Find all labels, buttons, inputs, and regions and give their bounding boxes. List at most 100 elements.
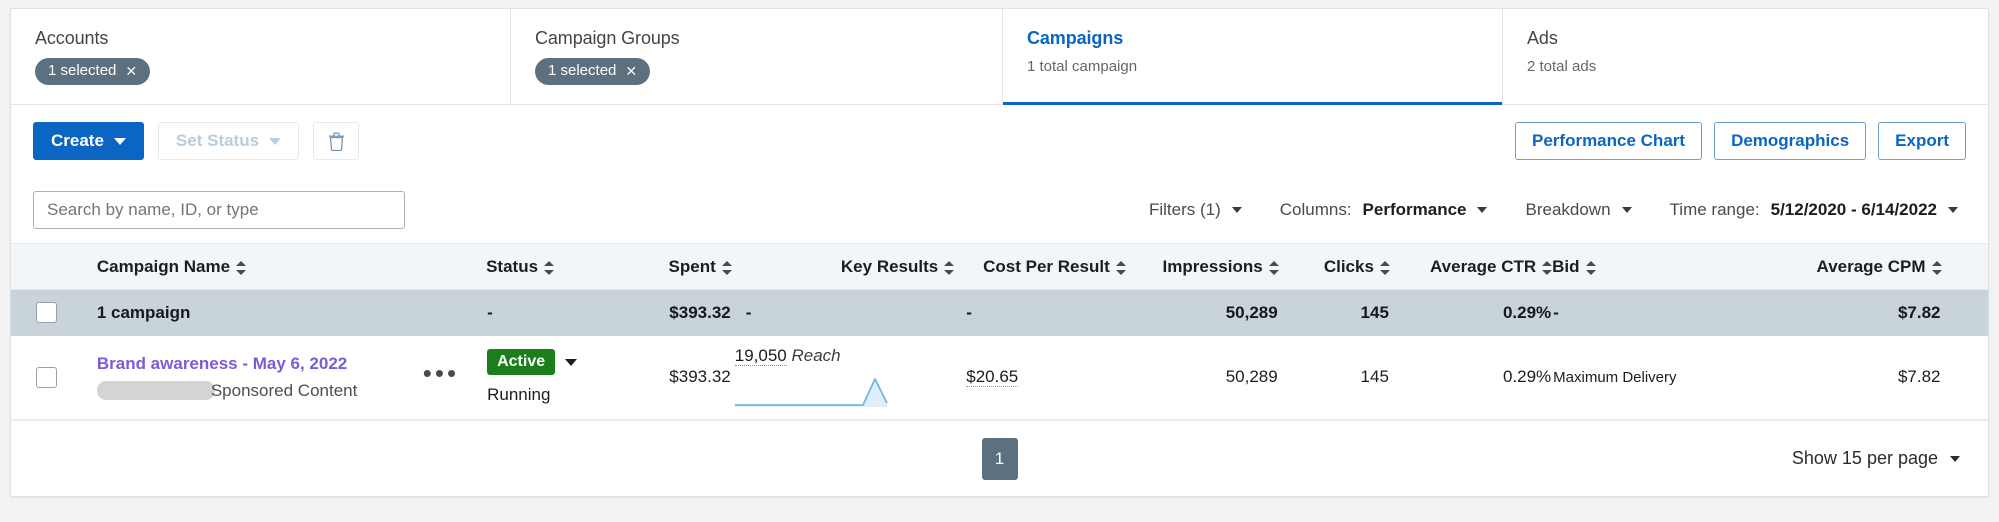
status-detail: Running — [487, 385, 551, 405]
export-button[interactable]: Export — [1878, 122, 1966, 160]
select-all-header — [11, 244, 83, 290]
header-spacer — [1942, 244, 1988, 290]
row-overflow-cell: ••• — [396, 336, 486, 420]
sort-icon[interactable] — [544, 260, 555, 276]
status-badge[interactable]: Active — [487, 349, 556, 376]
header-average-cpm-label: Average CPM — [1816, 256, 1926, 276]
select-all-checkbox[interactable] — [36, 302, 58, 324]
sort-icon[interactable] — [1542, 260, 1553, 276]
key-results-label: 19,050 Reach — [734, 346, 841, 367]
scope-tab-campaign-groups[interactable]: Campaign Groups 1 selected ✕ — [511, 9, 1003, 104]
performance-chart-button[interactable]: Performance Chart — [1515, 122, 1703, 160]
scope-tab-accounts[interactable]: Accounts 1 selected ✕ — [11, 9, 511, 104]
more-options-icon[interactable]: ••• — [423, 360, 459, 386]
chevron-down-icon — [269, 137, 282, 145]
sort-icon[interactable] — [236, 260, 247, 276]
time-range-label: Time range: — [1669, 200, 1760, 219]
row-checkbox[interactable] — [36, 366, 58, 388]
set-status-button-label: Set Status — [175, 131, 260, 150]
summary-bid: - — [1553, 302, 1559, 322]
key-results-unit: Reach — [791, 346, 841, 366]
chevron-down-icon — [1477, 207, 1488, 213]
summary-spacer — [1942, 290, 1988, 336]
columns-dropdown-label: Columns: — [1279, 200, 1352, 219]
header-impressions-label: Impressions — [1162, 256, 1263, 276]
campaign-groups-selected-pill-label: 1 selected — [548, 62, 617, 79]
scope-tab-accounts-title: Accounts — [35, 28, 109, 48]
accounts-selected-pill-label: 1 selected — [48, 62, 117, 79]
summary-checkbox-cell — [11, 290, 83, 336]
key-results-value: 19,050 — [734, 346, 787, 367]
campaign-name-link[interactable]: Brand awareness - May 6, 2022 — [97, 354, 395, 374]
campaign-manager-page: Accounts 1 selected ✕ Campaign Groups 1 … — [0, 0, 1999, 522]
sort-icon[interactable] — [1379, 260, 1390, 276]
summary-row: 1 campaign - $393.32 - - 50,289 145 0.29… — [11, 289, 1988, 336]
delete-button[interactable] — [313, 122, 360, 160]
average-cpm-cell: $7.82 — [1897, 367, 1941, 387]
demographics-button[interactable]: Demographics — [1714, 122, 1867, 160]
sort-icon[interactable] — [1115, 260, 1126, 276]
search-input[interactable] — [33, 191, 405, 229]
header-spent[interactable]: Spent — [616, 244, 732, 290]
scope-tab-campaigns[interactable]: Campaigns 1 total campaign — [1003, 9, 1503, 105]
header-status-label: Status — [486, 256, 539, 276]
campaign-name-cell: Brand awareness - May 6, 2022 Sponsored … — [83, 336, 396, 420]
summary-cost-per-result: - — [966, 302, 972, 322]
table-footer: 1 Show 15 per page — [11, 420, 1988, 496]
set-status-button[interactable]: Set Status — [157, 122, 300, 160]
sort-icon[interactable] — [944, 260, 955, 276]
header-status[interactable]: Status — [486, 244, 616, 290]
create-button[interactable]: Create — [33, 122, 144, 160]
sort-icon[interactable] — [721, 260, 732, 276]
row-spacer — [1942, 336, 1988, 420]
impressions-cell: 50,289 — [1225, 367, 1278, 387]
header-key-results[interactable]: Key Results — [732, 244, 955, 290]
scope-tab-campaign-groups-title: Campaign Groups — [535, 28, 680, 48]
filter-controls: Filters (1) Columns: Performance Breakdo… — [1149, 200, 1966, 220]
campaigns-card: Accounts 1 selected ✕ Campaign Groups 1 … — [10, 8, 1989, 497]
action-toolbar: Create Set Status Performance Chart Demo… — [11, 105, 1988, 177]
sort-icon[interactable] — [1931, 260, 1942, 276]
create-button-label: Create — [51, 131, 104, 150]
table-row[interactable]: Brand awareness - May 6, 2022 Sponsored … — [11, 335, 1988, 420]
columns-dropdown[interactable]: Columns: Performance — [1280, 200, 1488, 220]
header-actions — [396, 244, 486, 290]
scope-tab-ads[interactable]: Ads 2 total ads — [1503, 9, 1988, 104]
campaign-groups-selected-pill[interactable]: 1 selected ✕ — [535, 58, 651, 85]
status-cell: Active Running — [486, 336, 616, 420]
time-range-dropdown[interactable]: Time range: 5/12/2020 - 6/14/2022 — [1670, 200, 1958, 220]
accounts-selected-pill[interactable]: 1 selected ✕ — [35, 58, 151, 85]
header-average-ctr[interactable]: Average CTR — [1390, 244, 1553, 290]
pagination: 1 — [981, 437, 1018, 480]
header-average-cpm[interactable]: Average CPM — [1756, 244, 1942, 290]
sort-icon[interactable] — [1268, 260, 1279, 276]
scope-tab-bar: Accounts 1 selected ✕ Campaign Groups 1 … — [11, 9, 1988, 105]
chevron-down-icon[interactable] — [565, 358, 578, 366]
toolbar-right-actions: Performance Chart Demographics Export — [1515, 122, 1966, 160]
close-icon[interactable]: ✕ — [125, 64, 137, 78]
breakdown-dropdown[interactable]: Breakdown — [1525, 200, 1632, 220]
average-ctr-cell: 0.29% — [1502, 367, 1552, 387]
header-campaign-name[interactable]: Campaign Name — [83, 244, 396, 290]
header-impressions[interactable]: Impressions — [1126, 244, 1279, 290]
filters-dropdown-label: Filters (1) — [1148, 200, 1221, 219]
columns-dropdown-value: Performance — [1362, 200, 1467, 219]
header-clicks[interactable]: Clicks — [1279, 244, 1390, 290]
header-bid[interactable]: Bid — [1552, 244, 1756, 290]
close-icon[interactable]: ✕ — [625, 64, 637, 78]
campaign-subtitle: Sponsored Content — [96, 380, 395, 401]
chevron-down-icon — [1231, 207, 1242, 213]
header-cost-per-result[interactable]: Cost Per Result — [954, 244, 1126, 290]
bid-value: Maximum Delivery — [1553, 369, 1677, 387]
table-body: 1 campaign - $393.32 - - 50,289 145 0.29… — [11, 289, 1988, 420]
per-page-dropdown[interactable]: Show 15 per page — [1792, 448, 1966, 469]
filters-dropdown[interactable]: Filters (1) — [1149, 200, 1242, 220]
summary-name: 1 campaign — [96, 302, 191, 322]
scope-tab-ads-subtitle: 2 total ads — [1527, 58, 1597, 75]
campaign-type-label: Sponsored Content — [210, 380, 358, 400]
page-button-1[interactable]: 1 — [981, 437, 1018, 480]
header-spent-label: Spent — [668, 256, 716, 276]
sort-icon[interactable] — [1585, 260, 1596, 276]
scope-tab-ads-title: Ads — [1527, 28, 1558, 48]
summary-key-results: - — [745, 302, 752, 322]
